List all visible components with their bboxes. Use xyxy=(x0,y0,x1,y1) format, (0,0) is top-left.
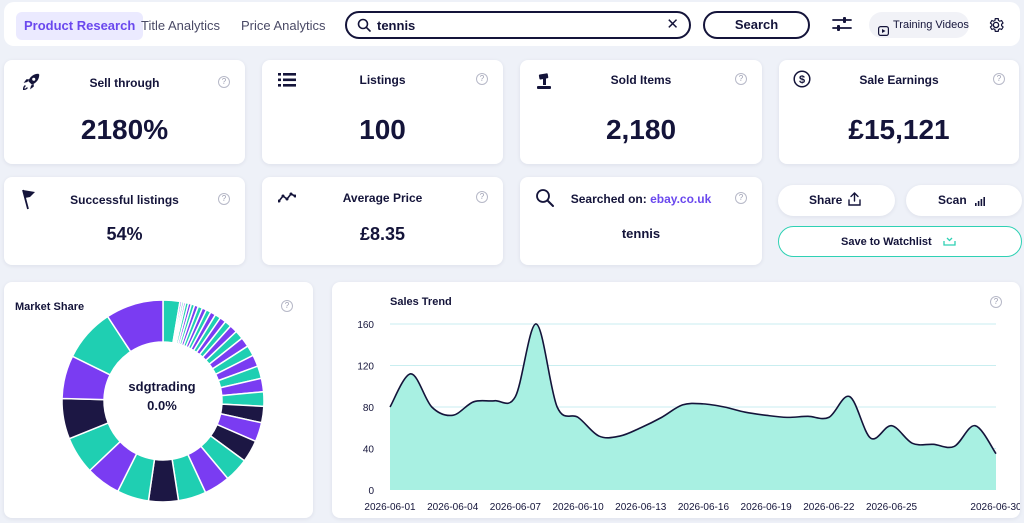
successful-listings-label: Successful listings xyxy=(70,193,179,207)
help-icon[interactable]: ? xyxy=(476,73,488,85)
play-icon xyxy=(878,20,890,46)
clear-search-icon[interactable]: ✕ xyxy=(666,15,679,33)
y-tick-label: 80 xyxy=(363,403,375,414)
sold-items-value: 2,180 xyxy=(605,114,677,145)
searched-on-title: Searched on: ebay.co.uk xyxy=(520,192,762,206)
y-tick-label: 40 xyxy=(363,445,375,456)
x-tick-label: 2026-06-07 xyxy=(490,502,542,513)
successful-listings-card: Successful listings ? 54% xyxy=(4,177,245,265)
help-icon[interactable]: ? xyxy=(476,191,488,203)
x-tick-label: 2026-06-10 xyxy=(552,502,604,513)
search-icon xyxy=(357,18,371,37)
training-videos-button[interactable]: Training Videos xyxy=(869,12,969,38)
sale-earnings-value: £15,121 xyxy=(848,114,950,145)
sales-trend-chart: 0 40 80 120 160 2026-06-01 2026-06-04 2026-06-… xyxy=(357,320,1020,513)
searched-on-label: Searched on: xyxy=(570,192,647,206)
search-button[interactable]: Search xyxy=(703,11,810,39)
x-tick-label: 2026-06-13 xyxy=(615,502,667,513)
filters-icon[interactable] xyxy=(832,16,852,37)
scan-button[interactable]: Scan xyxy=(906,185,1022,216)
searched-query: tennis xyxy=(621,226,661,241)
training-videos-label: Training Videos xyxy=(893,19,969,31)
x-tick-label: 2026-06-30 xyxy=(970,502,1020,513)
average-price-card: Average Price ? £8.35 xyxy=(262,177,503,265)
donut-center-label: sdgtrading 0.0% xyxy=(92,379,232,413)
listings-card: Listings ? 100 xyxy=(262,60,503,164)
save-to-watchlist-button[interactable]: Save to Watchlist xyxy=(778,226,1022,257)
gear-icon[interactable] xyxy=(987,16,1005,39)
tab-price-analytics[interactable]: Price Analytics xyxy=(241,12,326,40)
help-icon[interactable]: ? xyxy=(735,73,747,85)
x-tick-label: 2026-06-22 xyxy=(803,502,855,513)
sell-through-label: Sell through xyxy=(89,76,160,90)
sale-earnings-label: Sale Earnings xyxy=(859,73,939,87)
successful-listings-value: 54% xyxy=(106,224,143,244)
searched-on-card: Searched on: ebay.co.uk ? tennis xyxy=(520,177,762,265)
listings-value: 100 xyxy=(359,114,406,145)
sell-through-value: 2180% xyxy=(80,114,169,145)
upload-icon xyxy=(848,192,861,209)
average-price-value: £8.35 xyxy=(359,224,406,244)
y-tick-label: 120 xyxy=(357,362,374,373)
help-icon[interactable]: ? xyxy=(218,193,230,205)
x-tick-label: 2026-06-01 xyxy=(364,502,416,513)
sales-trend-panel: Sales Trend ? 0 40 80 120 160 2026-06-01 2026… xyxy=(332,282,1020,518)
help-icon[interactable]: ? xyxy=(993,73,1005,85)
signal-bars-icon xyxy=(975,195,985,209)
x-tick-label: 2026-06-19 xyxy=(741,502,793,513)
listings-label: Listings xyxy=(359,73,406,87)
x-tick-label: 2026-06-16 xyxy=(678,502,730,513)
share-label: Share xyxy=(809,193,843,207)
x-tick-label: 2026-06-04 xyxy=(427,502,479,513)
average-price-label: Average Price xyxy=(342,191,423,205)
y-tick-label: 160 xyxy=(357,320,374,331)
save-to-watchlist-label: Save to Watchlist xyxy=(841,236,932,248)
sale-earnings-card: $ Sale Earnings ? £15,121 xyxy=(779,60,1019,164)
scan-label: Scan xyxy=(938,193,967,207)
search-input[interactable] xyxy=(377,17,647,34)
share-button[interactable]: Share xyxy=(778,185,895,216)
top-seller-name: sdgtrading xyxy=(128,379,196,394)
top-seller-share: 0.0% xyxy=(147,398,177,413)
sold-items-label: Sold Items xyxy=(610,73,672,87)
help-icon[interactable]: ? xyxy=(735,192,747,204)
market-share-panel: Market Share ? sdgtrading 0.0% xyxy=(4,282,313,518)
sold-items-card: Sold Items ? 2,180 xyxy=(520,60,762,164)
searched-on-site[interactable]: ebay.co.uk xyxy=(650,192,711,206)
tray-icon xyxy=(943,236,956,249)
sell-through-card: Sell through ? 2180% xyxy=(4,60,245,164)
x-tick-label: 2026-06-25 xyxy=(866,502,918,513)
y-tick-label: 0 xyxy=(368,486,374,497)
search-box: ✕ xyxy=(345,11,691,39)
tab-product-research[interactable]: Product Research xyxy=(16,12,144,40)
help-icon[interactable]: ? xyxy=(218,76,230,88)
tab-title-analytics[interactable]: Title Analytics xyxy=(141,12,220,40)
